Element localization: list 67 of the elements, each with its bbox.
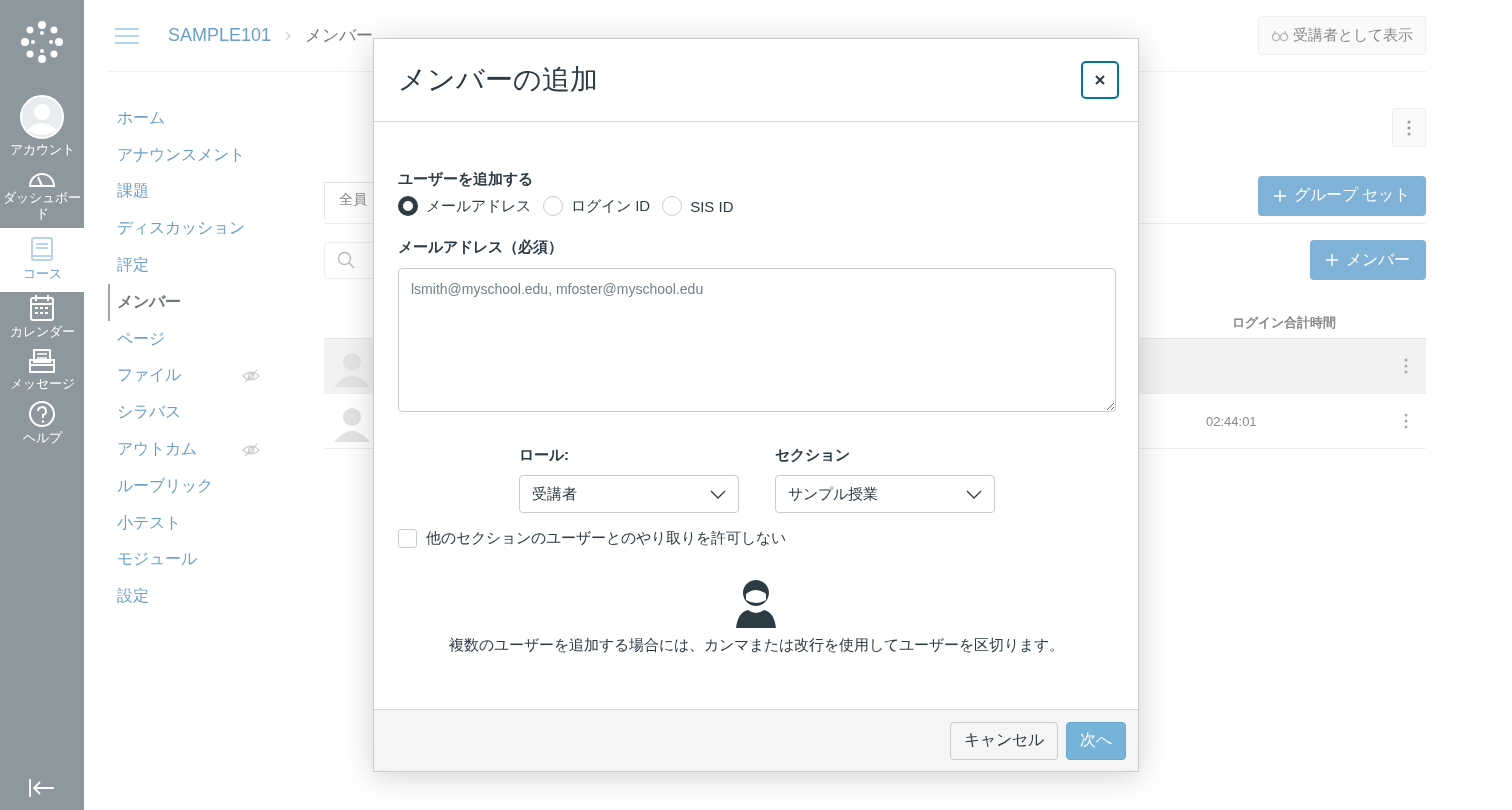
course-nav-item[interactable]: シラバス <box>108 394 260 432</box>
kebab-icon <box>1404 413 1408 429</box>
nav-item[interactable]: ダッシュボード <box>0 164 84 228</box>
more-button[interactable] <box>1392 108 1426 147</box>
dialog-title: メンバーの追加 <box>398 63 598 97</box>
course-nav-item[interactable]: ホーム <box>108 100 260 137</box>
nav-item[interactable]: メッセージ <box>0 346 84 398</box>
menu-icon <box>114 26 140 45</box>
course-nav-item[interactable]: 小テスト <box>108 504 260 542</box>
field-label: メールアドレス（必須） <box>398 238 564 257</box>
student-view-button[interactable]: 受講者として表示 <box>1258 16 1426 55</box>
next-button[interactable]: 次へ <box>1066 721 1126 760</box>
kebab-icon <box>1407 119 1411 136</box>
close-button[interactable] <box>1081 61 1119 99</box>
kebab-icon <box>1404 358 1408 374</box>
collapse-icon <box>28 778 56 798</box>
add-group-set-button[interactable]: グループ セット <box>1257 175 1426 216</box>
chevron-down-icon <box>710 489 726 499</box>
nav-item[interactable]: カレンダー <box>0 292 84 346</box>
breadcrumb-current: メンバー <box>305 25 374 47</box>
field-label: ユーザーを追加する <box>398 170 534 189</box>
radio-option[interactable]: SIS ID <box>662 196 734 216</box>
course-nav-item[interactable]: ファイル <box>108 357 260 395</box>
radio-option[interactable]: メールアドレス <box>398 196 531 216</box>
add-member-button[interactable]: メンバー <box>1310 240 1426 280</box>
field-label: セクション <box>775 446 851 465</box>
book-icon <box>30 236 54 264</box>
course-nav-item[interactable]: メンバー <box>108 284 260 321</box>
glasses-icon <box>1271 29 1289 42</box>
hint-text: 複数のユーザーを追加する場合には、カンマまたは改行を使用してユーザーを区切ります。 <box>448 636 1064 655</box>
limit-checkbox[interactable]: 他のセクションのユーザーとのやり取りを許可しない <box>398 529 1114 548</box>
eye-slash-icon <box>242 442 260 457</box>
eye-slash-icon <box>242 368 260 383</box>
plus-icon <box>1326 254 1338 266</box>
nav-item[interactable]: コース <box>0 228 84 292</box>
logo-icon <box>20 20 64 64</box>
nav-item[interactable]: アカウント <box>0 92 84 164</box>
column-header: ログイン合計時間 <box>1232 314 1336 332</box>
course-nav-item[interactable]: アナウンスメント <box>108 136 260 174</box>
course-nav-item[interactable]: ルーブリック <box>108 467 260 505</box>
inbox-icon <box>28 348 56 374</box>
section-select[interactable]: サンプル授業 <box>775 475 995 513</box>
chevron-down-icon <box>966 489 982 499</box>
nav-item[interactable]: ヘルプ <box>0 398 84 452</box>
course-nav-item[interactable]: ページ <box>108 320 260 358</box>
course-nav-item[interactable]: 評定 <box>108 247 260 284</box>
account-icon <box>19 94 65 140</box>
email-input[interactable]: lsmith@myschool.edu, mfoster@myschool.edu <box>398 268 1116 412</box>
course-nav-item[interactable]: 課題 <box>108 173 260 211</box>
course-nav-item[interactable]: アウトカム <box>108 431 260 468</box>
field-label: ロール: <box>519 446 570 465</box>
search-icon <box>337 251 355 269</box>
person-icon <box>734 578 778 628</box>
plus-icon <box>1273 189 1286 202</box>
breadcrumb-link[interactable]: SAMPLE101 <box>168 25 272 46</box>
table-cell-text: 02:44:01 <box>1206 413 1258 429</box>
radio-option[interactable]: ログイン ID <box>543 196 651 216</box>
calendar-icon <box>29 294 55 322</box>
course-nav-item[interactable]: 設定 <box>108 578 260 616</box>
chevron-icon <box>285 30 292 41</box>
course-nav-item[interactable]: モジュール <box>108 541 260 579</box>
menu-button[interactable] <box>114 26 140 45</box>
help-icon <box>28 400 56 428</box>
course-nav-item[interactable]: ディスカッション <box>108 210 260 248</box>
cancel-button[interactable]: キャンセル <box>950 721 1058 760</box>
close-icon <box>1095 75 1105 85</box>
role-select[interactable]: 受講者 <box>519 475 739 513</box>
